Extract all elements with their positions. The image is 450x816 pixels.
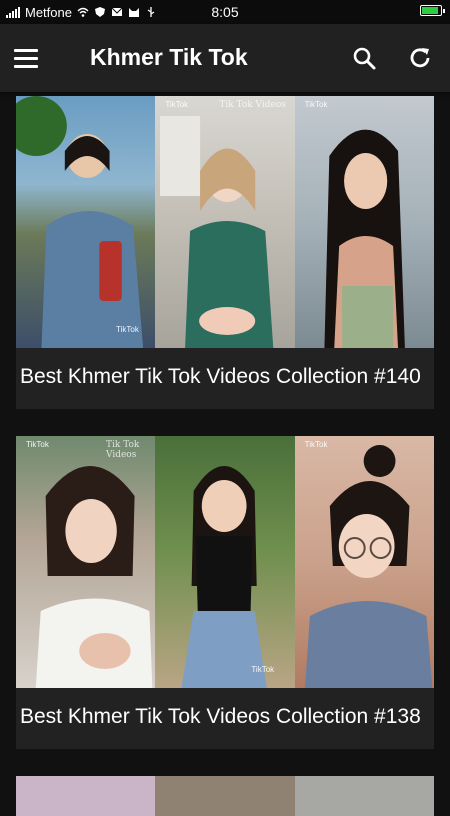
thumbnail-panel <box>155 776 295 816</box>
menu-button[interactable] <box>14 44 54 72</box>
video-title[interactable]: Best Khmer Tik Tok Videos Collection #13… <box>16 688 434 730</box>
status-time: 8:05 <box>211 4 239 20</box>
video-thumbnail[interactable]: TikTok Tik Tok Videos TikTok TikTok <box>16 436 434 688</box>
thumbnail-panel <box>16 776 156 816</box>
video-card[interactable]: TikTok Tik Tok Videos TikTok TikTok Best… <box>16 436 434 749</box>
thumbnail-panel: TikTok Tik Tok Videos <box>155 96 295 348</box>
thumbnail-panel: TikTok <box>294 96 434 348</box>
battery-icon <box>420 5 445 16</box>
menu-icon <box>14 48 38 52</box>
thumbnail-panel: TikTok <box>16 96 156 348</box>
tiktok-watermark: TikTok <box>26 440 49 449</box>
video-card[interactable] <box>16 776 434 816</box>
video-thumbnail[interactable] <box>16 776 434 816</box>
tiktok-watermark: TikTok <box>304 440 328 449</box>
video-thumbnail[interactable]: TikTok TikTok Tik Tok Videos TikTok <box>16 96 434 348</box>
search-icon[interactable] <box>350 44 378 72</box>
tiktok-watermark: TikTok <box>116 325 139 334</box>
app-bar: Khmer Tik Tok <box>0 24 450 92</box>
status-bar: Metfone 8:05 <box>0 0 450 24</box>
thumbnail-title: Tik Tok Videos <box>219 100 286 110</box>
thumbnail-panel <box>294 776 434 816</box>
tiktok-watermark: TikTok <box>251 665 275 674</box>
refresh-icon[interactable] <box>406 44 434 72</box>
video-card[interactable]: TikTok TikTok Tik Tok Videos TikTok Best… <box>16 96 434 409</box>
tiktok-watermark: TikTok <box>304 100 328 109</box>
thumbnail-panel: TikTok Tik Tok Videos <box>16 436 156 688</box>
thumbnail-panel: TikTok <box>155 436 295 688</box>
app-title: Khmer Tik Tok <box>90 44 248 70</box>
video-title[interactable]: Best Khmer Tik Tok Videos Collection #14… <box>16 348 434 390</box>
thumbnail-panel: TikTok <box>294 436 434 688</box>
tiktok-watermark: TikTok <box>165 100 189 109</box>
thumbnail-title: Tik Tok Videos <box>106 440 140 460</box>
